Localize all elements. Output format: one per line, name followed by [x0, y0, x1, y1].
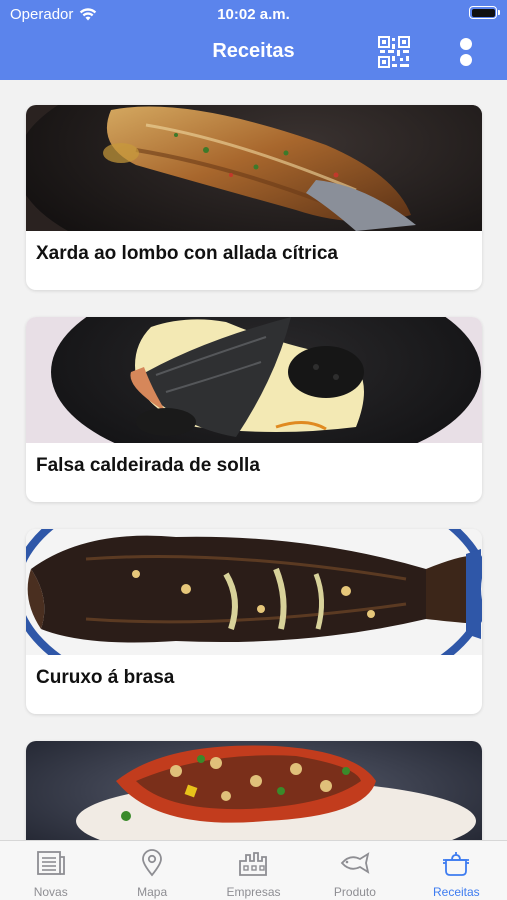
- header-bar: Operador 10:02 a.m. Receitas: [0, 0, 507, 80]
- recipe-card[interactable]: Xarda ao lombo con allada cítrica: [26, 105, 482, 290]
- tab-label: Produto: [333, 885, 376, 899]
- battery-icon: [469, 6, 500, 19]
- qr-code-icon: [378, 36, 410, 68]
- recipe-photo: [26, 529, 482, 655]
- map-pin-icon: [142, 849, 163, 877]
- status-time: 10:02 a.m.: [217, 6, 290, 23]
- qr-code-button[interactable]: [378, 36, 410, 68]
- recipe-title: Falsa caldeirada de solla: [36, 455, 260, 476]
- tab-receitas[interactable]: Receitas: [406, 841, 507, 900]
- tab-novas[interactable]: Novas: [0, 841, 101, 900]
- recipe-photo: [26, 741, 482, 840]
- factory-icon: [238, 852, 267, 876]
- tab-mapa[interactable]: Mapa: [101, 841, 202, 900]
- newspaper-icon: [36, 851, 65, 875]
- recipe-card[interactable]: Curuxo á brasa: [26, 529, 482, 714]
- tab-label: Novas: [33, 885, 68, 899]
- page-title: Receitas: [212, 40, 295, 62]
- tab-label: Receitas: [432, 885, 480, 899]
- recipe-title: Xarda ao lombo con allada cítrica: [36, 243, 338, 264]
- tab-produto[interactable]: Produto: [304, 841, 405, 900]
- more-vertical-icon: [460, 38, 472, 50]
- tab-label: Empresas: [226, 885, 281, 899]
- recipe-list[interactable]: Xarda ao lombo con allada cítrica Falsa …: [0, 80, 507, 840]
- recipe-photo: [26, 105, 482, 231]
- tab-bar: Novas Mapa Empresas Produto Receitas: [0, 840, 507, 900]
- pot-icon: [443, 852, 470, 876]
- recipe-photo: [26, 317, 482, 443]
- tab-empresas[interactable]: Empresas: [203, 841, 304, 900]
- recipe-card[interactable]: [26, 741, 482, 840]
- recipe-card[interactable]: Falsa caldeirada de solla: [26, 317, 482, 502]
- fish-icon: [340, 852, 370, 874]
- status-bar: Operador 10:02 a.m.: [0, 0, 507, 28]
- recipe-title: Curuxo á brasa: [36, 667, 175, 688]
- more-options-button[interactable]: [452, 36, 480, 68]
- tab-label: Mapa: [137, 885, 168, 899]
